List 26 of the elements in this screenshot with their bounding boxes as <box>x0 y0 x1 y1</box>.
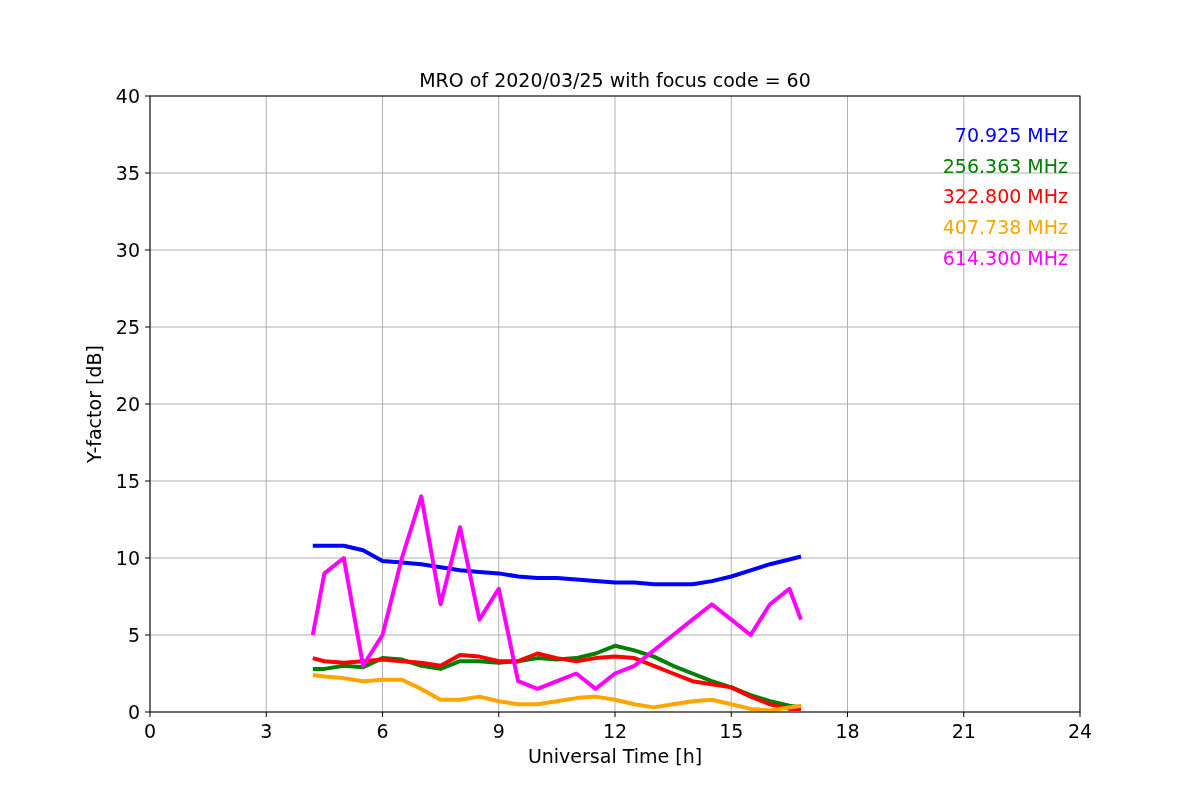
x-tick-label: 0 <box>143 720 157 742</box>
y-tick-label: 20 <box>115 393 140 415</box>
y-tick-label: 25 <box>115 316 140 338</box>
y-axis-label: Y-factor [dB] <box>83 345 105 463</box>
x-tick-label: 9 <box>492 720 505 742</box>
legend-label: 614.300 MHz <box>942 246 1068 269</box>
y-tick-label: 40 <box>115 85 140 107</box>
y-tick-label: 15 <box>115 470 140 492</box>
legend-label: 70.925 MHz <box>954 124 1068 146</box>
x-axis-label: Universal Time [h] <box>527 745 703 767</box>
y-tick-label: 35 <box>115 162 140 184</box>
legend-label: 407.738 MHz <box>942 216 1068 239</box>
y-tick-label: 5 <box>127 624 140 646</box>
legend-label: 256.363 MHz <box>942 154 1068 177</box>
y-tick-label: 30 <box>115 239 140 261</box>
y-tick-label: 10 <box>115 547 140 569</box>
x-tick-label: 3 <box>260 720 273 742</box>
chart-title: MRO of 2020/03/25 with focus code = 60 <box>419 69 811 91</box>
y-tick-label: 0 <box>127 701 140 723</box>
legend-label: 322.800 MHz <box>942 185 1068 208</box>
x-tick-label: 6 <box>376 720 389 742</box>
x-tick-label: 24 <box>1067 720 1093 742</box>
x-tick-label: 15 <box>719 720 744 742</box>
x-tick-label: 21 <box>951 720 976 742</box>
x-tick-label: 18 <box>835 720 860 742</box>
x-tick-label: 12 <box>602 720 628 742</box>
